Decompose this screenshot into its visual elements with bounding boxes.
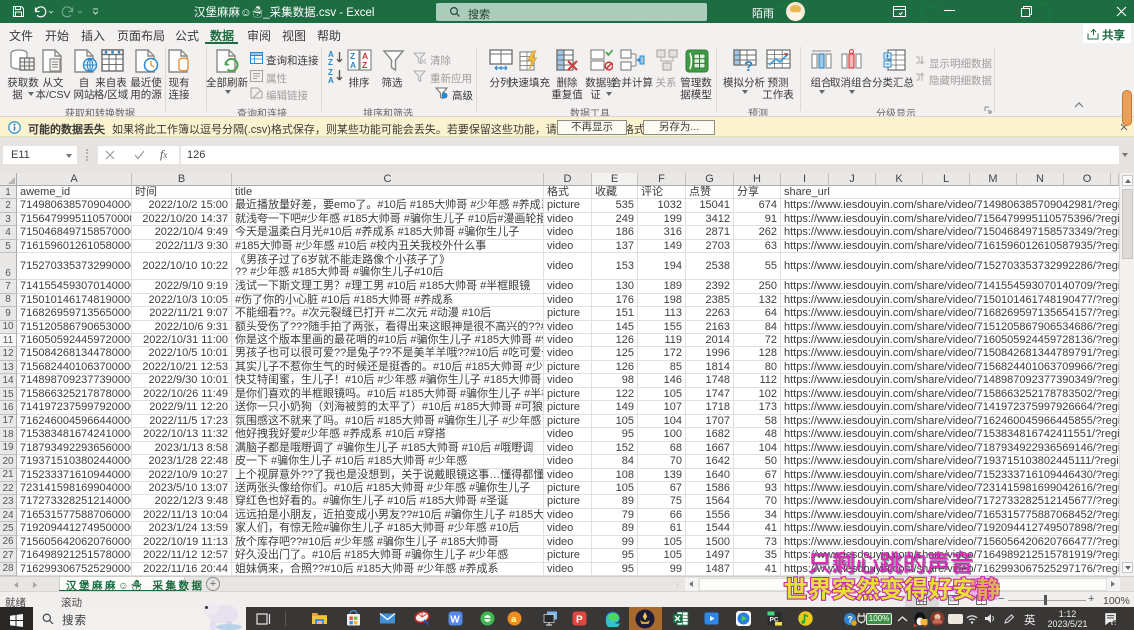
svg-text:?: ?	[744, 58, 753, 73]
svg-text:P: P	[576, 615, 583, 626]
svg-text:A: A	[350, 60, 356, 70]
svg-text:a: a	[511, 614, 517, 625]
svg-text:2: 2	[1114, 620, 1116, 625]
svg-text:W: W	[450, 615, 460, 626]
svg-text:Z: Z	[328, 58, 333, 65]
svg-text:Z: Z	[362, 60, 367, 70]
svg-text:PC: PC	[770, 617, 779, 624]
